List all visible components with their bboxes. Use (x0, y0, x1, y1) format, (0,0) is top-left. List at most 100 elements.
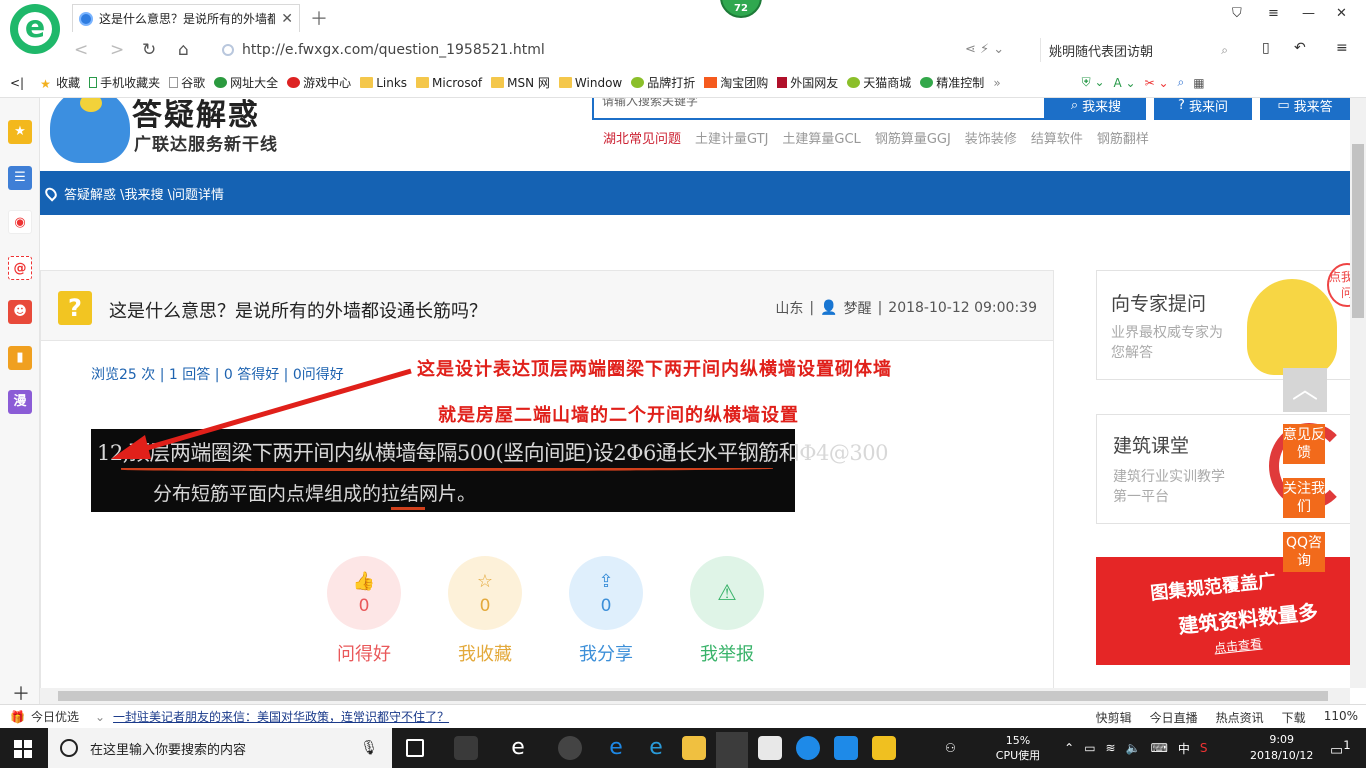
keyboard-icon[interactable]: ⌨ (1151, 741, 1168, 755)
search-box[interactable]: 姚明随代表团访朝 ⌕ (1040, 38, 1236, 62)
breadcrumb-text[interactable]: 答疑解惑 \我来搜 \问题详情 (64, 184, 224, 203)
browser-tab[interactable]: 这是什么意思？是说所有的外墙都 ✕ (72, 4, 300, 32)
scissors-icon[interactable]: ✂ ⌄ (1145, 76, 1169, 90)
bookmark-foreign[interactable]: 外国网友 (777, 74, 838, 91)
bookmark-brand[interactable]: 品牌打折 (631, 74, 695, 91)
edge-icon[interactable]: e (604, 736, 628, 760)
status-item[interactable]: 热点资讯 (1216, 709, 1264, 726)
action-report[interactable]: ⚠ 我举报 (689, 556, 765, 666)
search-suggestion[interactable]: 姚明随代表团访朝 (1049, 41, 1153, 60)
bookmark-msn[interactable]: MSN 网 (491, 74, 550, 91)
action-label[interactable]: 问得好 (326, 640, 402, 666)
news-ticker[interactable]: 一封驻美记者朋友的来信：美国对华政策，连常识都守不住了？ (113, 708, 449, 725)
horizontal-scrollbar[interactable] (40, 688, 1350, 704)
score-badge[interactable]: 72 (720, 0, 762, 18)
grid-icon[interactable]: ▦ (1193, 76, 1204, 90)
question-author[interactable]: 梦醒 (844, 298, 872, 318)
comic-icon[interactable]: 漫 (8, 390, 32, 414)
more-menu-icon[interactable]: ≡ (1336, 40, 1348, 56)
url-text[interactable]: http://e.fwxgx.com/question_1958521.html (242, 42, 545, 58)
game-icon[interactable]: ☻ (8, 300, 32, 324)
ad-link[interactable]: 点击查看 (1213, 635, 1263, 657)
bookmark-tmall[interactable]: 天猫商城 (847, 74, 911, 91)
status-item[interactable]: 下载 (1282, 709, 1306, 726)
file-explorer-icon[interactable] (682, 736, 706, 760)
clock[interactable]: 9:09 2018/10/12 (1250, 732, 1313, 764)
menu-icon[interactable]: ≡ (1268, 6, 1279, 21)
hotlink[interactable]: 土建算量GCL (782, 128, 860, 147)
bookmark-links[interactable]: Links (360, 76, 407, 90)
action-share[interactable]: ⇪ 0 我分享 (568, 556, 644, 666)
ad-banner[interactable]: 图集规范覆盖广 建筑资料数量多 点击查看 (1096, 557, 1350, 665)
back-to-top-button[interactable]: ︿ (1283, 368, 1327, 412)
shirt-icon[interactable]: ⛉ (1232, 6, 1242, 21)
action-favorite[interactable]: ☆ 0 我收藏 (447, 556, 523, 666)
add-sidebar-button[interactable]: ＋ (12, 680, 30, 706)
hotlink[interactable]: 装饰装修 (965, 128, 1017, 147)
status-item[interactable]: 今日直播 (1150, 709, 1198, 726)
hotlink[interactable]: 钢筋算量GGJ (875, 128, 951, 147)
sidebar-toggle-icon[interactable]: <| (10, 76, 24, 90)
ask-expert-tag[interactable]: 点我提问 (1327, 263, 1350, 307)
shield-icon[interactable]: ⛨ ⌄ (1082, 75, 1105, 90)
star-icon[interactable]: ★ (8, 120, 32, 144)
taskbar-search-placeholder[interactable]: 在这里输入你要搜索的内容 (90, 739, 246, 758)
cpu-meter[interactable]: 15% CPU使用 (996, 733, 1040, 763)
expert-title[interactable]: 向专家提问 (1111, 289, 1206, 316)
close-window-button[interactable]: ✕ (1336, 6, 1347, 21)
feedback-button[interactable]: 意见反馈 (1283, 424, 1325, 464)
action-circle[interactable]: 👍 0 (327, 556, 401, 630)
ime-indicator[interactable]: 中 (1178, 740, 1190, 757)
g-app-icon[interactable] (796, 736, 820, 760)
weibo-icon[interactable]: ◉ (8, 210, 32, 234)
hotlink[interactable]: 湖北常见问题 (603, 128, 681, 147)
search-icon[interactable]: ⌕ (1178, 75, 1185, 90)
sogou-icon[interactable]: S (1200, 741, 1208, 755)
bookmark-windows[interactable]: Window (558, 76, 622, 90)
notepad-icon[interactable] (872, 736, 896, 760)
chevron-up-icon[interactable]: ⌃ (1064, 741, 1074, 755)
bookmark-games[interactable]: 游戏中心 (287, 74, 351, 91)
site-search-input[interactable]: 请输入搜索关键字 (592, 98, 1046, 120)
back-button[interactable]: < (74, 40, 88, 60)
action-label[interactable]: 我收藏 (447, 640, 523, 666)
share-lightning-icon[interactable]: ⋖ ⚡ ⌄ (965, 42, 1004, 57)
book-icon[interactable]: ▮ (8, 346, 32, 370)
course-title[interactable]: 建筑课堂 (1113, 431, 1189, 458)
minimize-button[interactable]: — (1302, 6, 1315, 21)
mail-icon[interactable]: @ (8, 256, 32, 280)
bookmark-favorites[interactable]: ★ 收藏 (40, 74, 80, 91)
search-button[interactable]: ⌕ 我来搜 (1046, 98, 1146, 120)
hotlink[interactable]: 钢筋翻样 (1097, 128, 1149, 147)
notification-center-icon[interactable]: ▭1 (1330, 738, 1351, 759)
news-icon[interactable]: ☰ (8, 166, 32, 190)
internet-explorer-icon[interactable]: e (644, 736, 668, 760)
action-good-question[interactable]: 👍 0 问得好 (326, 556, 402, 666)
scroll-thumb[interactable] (1352, 144, 1364, 318)
browser-logo-icon[interactable]: e (10, 4, 60, 54)
scroll-thumb[interactable] (58, 691, 1328, 701)
volume-icon[interactable]: 🔈 (1126, 741, 1141, 755)
vertical-scrollbar[interactable] (1350, 98, 1366, 688)
forward-button[interactable]: > (110, 40, 124, 60)
action-label[interactable]: 我分享 (568, 640, 644, 666)
status-item[interactable]: 快剪辑 (1096, 709, 1132, 726)
active-browser-icon[interactable] (716, 732, 748, 768)
windows-start-button[interactable] (14, 740, 32, 758)
follow-button[interactable]: 关注我们 (1283, 478, 1325, 518)
taskbar-search[interactable]: 在这里输入你要搜索的内容 🎙 (48, 728, 392, 768)
ask-button[interactable]: ? 我来问 (1154, 98, 1252, 120)
bookmark-microsoft[interactable]: Microsof (416, 76, 482, 90)
tool-app-icon[interactable] (834, 736, 858, 760)
action-label[interactable]: 我举报 (689, 640, 765, 666)
new-tab-button[interactable]: ＋ (310, 5, 328, 31)
battery-icon[interactable]: ▭ (1084, 741, 1095, 755)
bookmark-hao123[interactable]: 网址大全 (214, 74, 278, 91)
pinwheel-app-icon[interactable] (454, 736, 478, 760)
microphone-icon[interactable]: 🎙 (360, 740, 378, 756)
tab-close-icon[interactable]: ✕ (281, 11, 293, 27)
translate-icon[interactable]: A ⌄ (1114, 76, 1136, 90)
zoom-level[interactable]: 110% (1324, 709, 1358, 726)
refresh-button[interactable]: ↻ (142, 40, 156, 60)
chrome-like-icon[interactable] (558, 736, 582, 760)
